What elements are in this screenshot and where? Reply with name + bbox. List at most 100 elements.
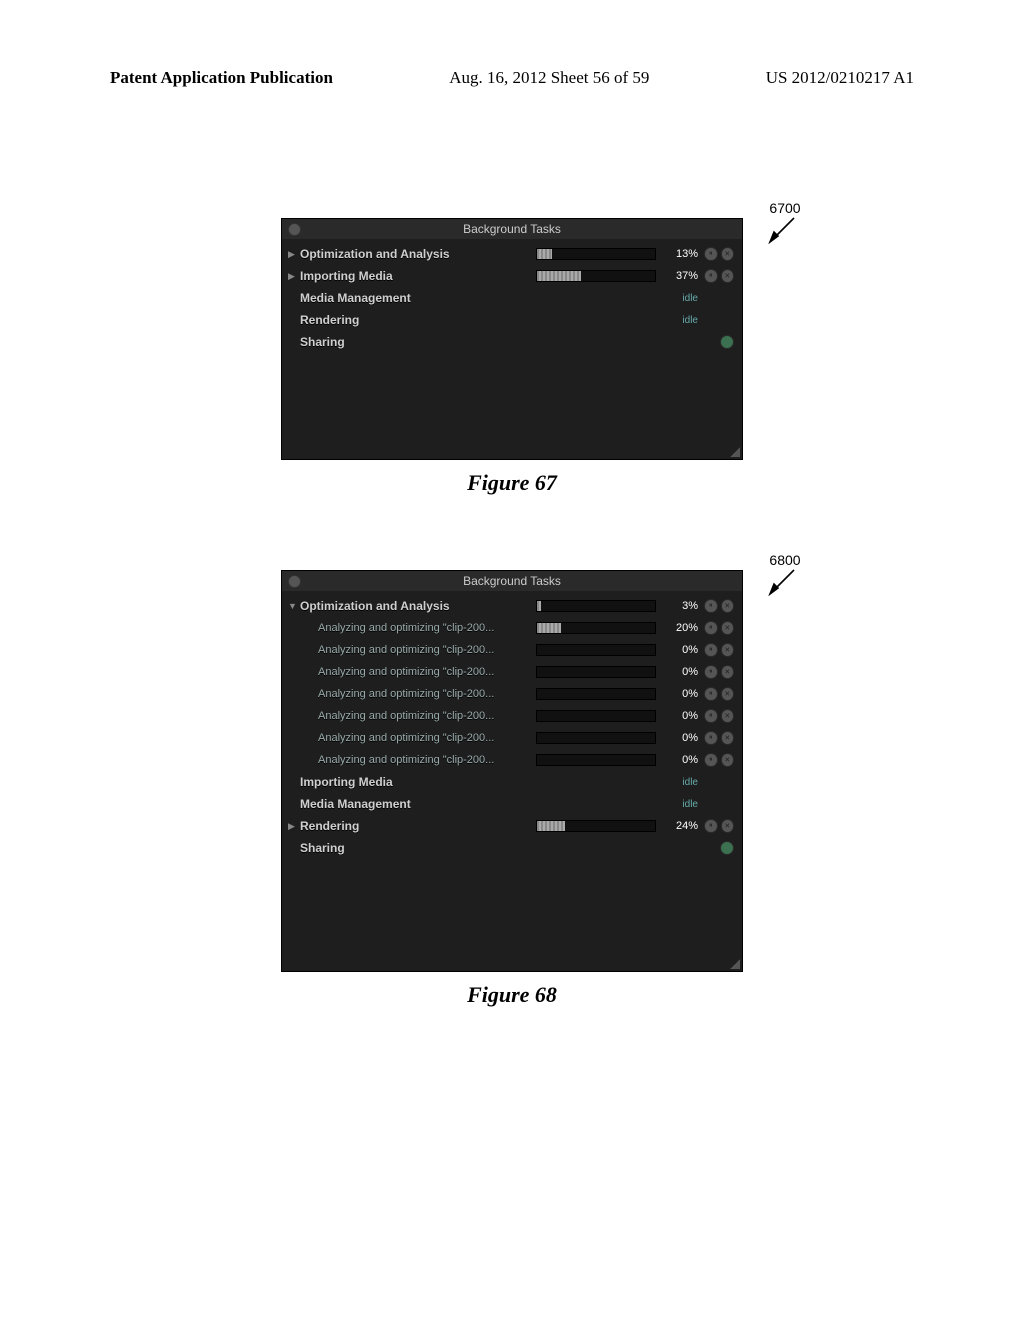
subtask-row[interactable]: Analyzing and optimizing "clip-200...0%⏸… <box>282 749 742 771</box>
task-row[interactable]: Renderingidle <box>282 309 742 331</box>
cancel-icon[interactable]: ✕ <box>721 687 735 701</box>
progress-bar <box>536 248 656 260</box>
pause-icon[interactable]: ⏸ <box>704 665 718 679</box>
cancel-icon[interactable]: ✕ <box>721 709 735 723</box>
progress-empty <box>537 711 655 721</box>
gear-icon[interactable] <box>720 335 734 349</box>
subtask-row[interactable]: Analyzing and optimizing "clip-200... 0% ⏸… <box>282 727 742 749</box>
disclosure-right-icon[interactable] <box>288 821 300 832</box>
row-controls: ⏸✕ <box>704 753 734 767</box>
resize-grip-icon[interactable] <box>730 447 740 457</box>
subtask-row[interactable]: Analyzing and optimizing "clip-200...20%… <box>282 617 742 639</box>
titlebar[interactable]: Background Tasks <box>282 219 742 239</box>
progress-percent: 0% <box>660 710 698 722</box>
subtask-row[interactable]: Analyzing and optimizing "clip-200...0%⏸… <box>282 661 742 683</box>
pause-icon[interactable]: ⏸ <box>704 269 718 283</box>
row-controls: ⏸✕ <box>704 665 734 679</box>
cancel-icon[interactable]: ✕ <box>721 643 735 657</box>
page-header: Patent Application Publication Aug. 16, … <box>0 0 1024 88</box>
callout-label: 6700 <box>768 200 802 216</box>
titlebar[interactable]: Background Tasks <box>282 571 742 591</box>
cancel-icon[interactable]: ✕ <box>721 599 735 613</box>
panel-fig68: Background Tasks Optimization and Analys… <box>281 570 743 972</box>
row-controls: ⏸✕ <box>704 269 734 283</box>
row-controls: ⏸✕ <box>704 687 734 701</box>
header-left: Patent Application Publication <box>110 68 333 88</box>
figure-68-block: Background Tasks Optimization and Analys… <box>252 570 772 1008</box>
task-label: Media Management <box>300 291 528 305</box>
row-controls: ⏸✕ <box>704 643 734 657</box>
progress-bar <box>536 622 656 634</box>
disclosure-right-icon[interactable] <box>288 271 300 282</box>
pause-icon[interactable]: ⏸ <box>704 643 718 657</box>
task-label: Analyzing and optimizing "clip-200... <box>300 622 536 634</box>
pause-icon[interactable]: ⏸ <box>704 819 718 833</box>
pause-icon[interactable]: ⏸ <box>704 687 718 701</box>
cancel-icon[interactable]: ✕ <box>721 665 735 679</box>
progress-empty <box>537 755 655 765</box>
cancel-icon[interactable]: ✕ <box>721 753 735 767</box>
close-icon[interactable] <box>288 223 301 236</box>
row-controls <box>704 841 734 855</box>
pause-icon[interactable]: ⏸ <box>704 247 718 261</box>
task-row[interactable]: Media Managementidle <box>282 287 742 309</box>
status-idle-label: idle <box>528 777 698 788</box>
subtask-row[interactable]: Analyzing and optimizing "clip-200... 0% ⏸… <box>282 683 742 705</box>
task-label: Analyzing and optimizing "clip-200... <box>300 688 536 700</box>
task-row[interactable]: Importing Mediaidle <box>282 771 742 793</box>
pause-icon[interactable]: ⏸ <box>704 753 718 767</box>
cancel-icon[interactable]: ✕ <box>721 731 735 745</box>
cancel-icon[interactable]: ✕ <box>721 247 735 261</box>
task-label: Sharing <box>300 335 528 349</box>
status-idle-label: idle <box>528 293 698 304</box>
task-label: Analyzing and optimizing "clip-200... <box>300 732 536 744</box>
pause-icon[interactable]: ⏸ <box>704 709 718 723</box>
callout-label: 6800 <box>768 552 802 568</box>
pause-icon[interactable]: ⏸ <box>704 621 718 635</box>
pause-icon[interactable]: ⏸ <box>704 731 718 745</box>
cancel-icon[interactable]: ✕ <box>721 819 735 833</box>
progress-fill <box>537 249 552 259</box>
disclosure-right-icon[interactable] <box>288 249 300 260</box>
disclosure-down-icon[interactable] <box>288 601 300 611</box>
progress-percent: 0% <box>660 644 698 656</box>
pause-icon[interactable]: ⏸ <box>704 599 718 613</box>
progress-percent: 0% <box>660 688 698 700</box>
close-icon[interactable] <box>288 575 301 588</box>
task-row[interactable]: Optimization and Analysis3%⏸✕ <box>282 595 742 617</box>
progress-empty <box>561 623 655 633</box>
task-label: Rendering <box>300 313 528 327</box>
task-row[interactable]: Sharing <box>282 837 742 859</box>
progress-percent: 0% <box>660 732 698 744</box>
row-controls: ⏸✕ <box>704 819 734 833</box>
task-row[interactable]: Importing Media37%⏸✕ <box>282 265 742 287</box>
progress-empty <box>541 601 655 611</box>
progress-empty <box>581 271 655 281</box>
task-label: Sharing <box>300 841 528 855</box>
progress-percent: 0% <box>660 754 698 766</box>
task-row[interactable]: Rendering24%⏸✕ <box>282 815 742 837</box>
progress-bar <box>536 732 656 744</box>
callout-arrow-icon <box>768 568 802 596</box>
progress-percent: 0% <box>660 666 698 678</box>
header-right: US 2012/0210217 A1 <box>766 68 914 88</box>
task-row[interactable]: Optimization and Analysis13%⏸✕ <box>282 243 742 265</box>
window-title: Background Tasks <box>463 222 561 236</box>
gear-icon[interactable] <box>720 841 734 855</box>
cancel-icon[interactable]: ✕ <box>721 621 735 635</box>
progress-bar <box>536 644 656 656</box>
task-row[interactable]: Sharing <box>282 331 742 353</box>
progress-percent: 3% <box>660 600 698 612</box>
subtask-row[interactable]: Analyzing and optimizing "clip-200...0%⏸… <box>282 639 742 661</box>
resize-grip-icon[interactable] <box>730 959 740 969</box>
progress-bar <box>536 710 656 722</box>
progress-fill <box>537 821 565 831</box>
progress-bar <box>536 754 656 766</box>
cancel-icon[interactable]: ✕ <box>721 269 735 283</box>
figure-caption: Figure 68 <box>252 982 772 1008</box>
subtask-row[interactable]: Analyzing and optimizing "clip-200...0%⏸… <box>282 705 742 727</box>
task-label: Optimization and Analysis <box>300 247 536 261</box>
task-row[interactable]: Media Managementidle <box>282 793 742 815</box>
progress-bar <box>536 270 656 282</box>
progress-bar <box>536 666 656 678</box>
